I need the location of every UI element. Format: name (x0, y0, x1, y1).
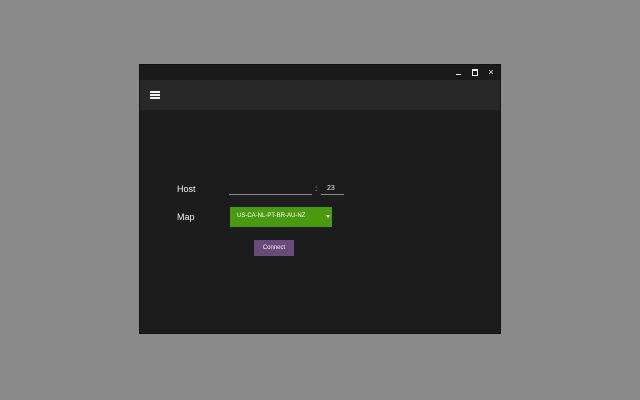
maximize-button[interactable] (470, 67, 480, 77)
close-button[interactable]: × (486, 67, 496, 77)
minimize-icon (456, 74, 461, 75)
chevron-down-icon (326, 215, 330, 218)
map-label: Map (177, 212, 195, 222)
host-port-separator: : (315, 184, 318, 193)
close-icon: × (488, 67, 494, 77)
host-label: Host (177, 184, 196, 194)
title-bar[interactable]: × (140, 65, 500, 80)
app-window: × Host : Map US-CA-NL-PT-BR-AU-NZ Connec… (140, 65, 500, 333)
minimize-button[interactable] (454, 67, 464, 77)
hamburger-menu-icon[interactable] (150, 91, 160, 99)
port-input[interactable] (321, 183, 344, 195)
map-select[interactable]: US-CA-NL-PT-BR-AU-NZ (230, 207, 332, 227)
maximize-icon (472, 69, 478, 76)
connect-button[interactable]: Connect (254, 240, 294, 256)
toolbar (140, 80, 500, 110)
host-input[interactable] (229, 183, 312, 195)
map-select-value: US-CA-NL-PT-BR-AU-NZ (237, 213, 306, 219)
